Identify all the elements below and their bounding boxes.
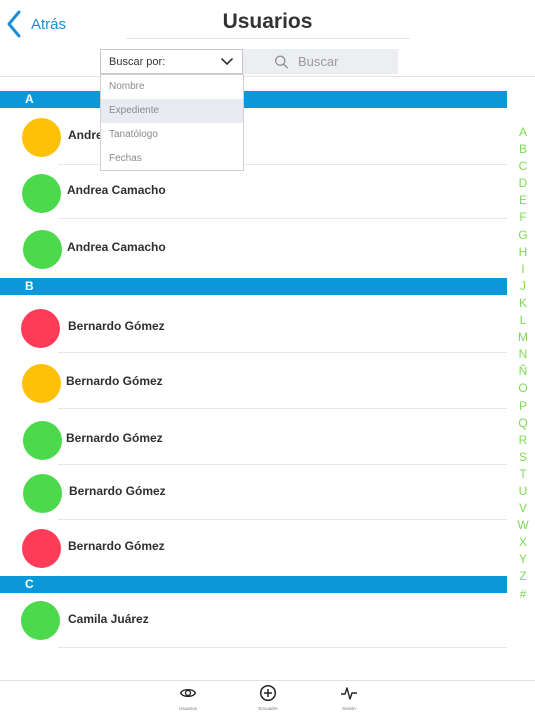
contact-row[interactable]: Bernardo Gómez — [0, 520, 507, 576]
dropdown-option[interactable]: Tanatólogo — [101, 123, 243, 147]
status-avatar — [23, 230, 62, 269]
alphabet-index-letter[interactable]: T — [514, 466, 532, 483]
search-by-dropdown: Nombre Expediente Tanatólogo Fechas — [100, 74, 244, 171]
contact-name: Bernardo Gómez — [68, 319, 165, 333]
search-icon — [275, 55, 288, 68]
contact-row[interactable]: Bernardo Gómez — [0, 409, 507, 465]
alphabet-index-letter[interactable]: U — [514, 483, 532, 500]
alphabet-index-letter[interactable]: W — [514, 517, 532, 534]
search-bar: Buscar por: — [0, 48, 535, 76]
contact-row[interactable]: Andrea Camacho — [0, 220, 507, 278]
alphabet-index-letter[interactable]: N — [514, 346, 532, 363]
contact-name: Bernardo Gómez — [69, 484, 166, 498]
tab-label: Encuadre — [258, 706, 278, 711]
row-divider — [58, 218, 507, 219]
contact-row[interactable]: Bernardo Gómez — [0, 465, 507, 520]
alphabet-index-letter[interactable]: O — [514, 380, 532, 397]
alphabet-index-letter[interactable]: M — [514, 329, 532, 346]
contact-row[interactable]: Bernardo Gómez — [0, 353, 507, 409]
status-avatar — [21, 601, 60, 640]
search-input[interactable] — [298, 54, 398, 69]
alphabet-index-letter[interactable]: A — [514, 124, 532, 141]
row-divider — [58, 647, 507, 648]
alphabet-index-letter[interactable]: J — [514, 278, 532, 295]
search-divider — [0, 76, 535, 77]
alphabet-index-letter[interactable]: F — [514, 209, 532, 226]
alphabet-index-letter[interactable]: Y — [514, 551, 532, 568]
alphabet-index-letter[interactable]: E — [514, 192, 532, 209]
alphabet-index-letter[interactable]: X — [514, 534, 532, 551]
alphabet-index-letter[interactable]: G — [514, 227, 532, 244]
status-avatar — [23, 474, 62, 513]
contact-name: Andrea Camacho — [67, 240, 166, 254]
tab-bar: Usuarios Encuadre Sesión — [0, 680, 535, 712]
status-avatar — [22, 174, 61, 213]
alphabet-index-letter[interactable]: B — [514, 141, 532, 158]
search-field[interactable] — [243, 49, 398, 74]
status-avatar — [21, 309, 60, 348]
contact-name: Bernardo Gómez — [66, 431, 163, 445]
chevron-down-icon — [221, 58, 233, 65]
contact-row[interactable]: Andrea Camacho — [0, 165, 507, 220]
contact-name: Bernardo Gómez — [68, 539, 165, 553]
alphabet-index-letter[interactable]: L — [514, 312, 532, 329]
contact-name: Camila Juárez — [68, 612, 149, 626]
contact-row[interactable]: Camila Juárez — [0, 595, 507, 648]
alphabet-index-letter[interactable]: Z — [514, 568, 532, 585]
status-avatar — [22, 118, 61, 157]
contact-name: Bernardo Gómez — [66, 374, 163, 388]
alphabet-index-letter[interactable]: S — [514, 449, 532, 466]
tab-label: Sesión — [342, 706, 356, 711]
search-by-select[interactable]: Buscar por: — [100, 49, 243, 74]
alphabet-index: A B C D E F G H I J K L M N Ñ O P Q R S T U V W X Y Z # — [514, 124, 532, 603]
alphabet-index-letter[interactable]: K — [514, 295, 532, 312]
plus-circle-icon — [259, 684, 277, 702]
alphabet-index-letter[interactable]: P — [514, 398, 532, 415]
alphabet-index-letter[interactable]: H — [514, 244, 532, 261]
alphabet-index-letter[interactable]: # — [514, 586, 532, 603]
dropdown-option[interactable]: Fechas — [101, 147, 243, 171]
alphabet-index-letter[interactable]: V — [514, 500, 532, 517]
tab-encuadre[interactable]: Encuadre — [248, 684, 288, 711]
navigation-header: Atrás Usuarios — [0, 0, 535, 44]
pulse-icon — [341, 687, 357, 700]
tab-label: Usuarios — [179, 706, 197, 711]
alphabet-index-letter[interactable]: C — [514, 158, 532, 175]
status-avatar — [23, 421, 62, 460]
alphabet-index-letter[interactable]: Q — [514, 415, 532, 432]
section-header-c: C — [0, 576, 507, 593]
section-header-b: B — [0, 278, 507, 295]
page-title: Usuarios — [222, 10, 313, 33]
status-avatar — [22, 529, 61, 568]
tab-usuarios[interactable]: Usuarios — [168, 684, 208, 711]
alphabet-index-letter[interactable]: R — [514, 432, 532, 449]
dropdown-option[interactable]: Expediente — [101, 99, 243, 123]
title-divider — [126, 38, 410, 39]
section-header-a: A — [0, 91, 507, 108]
eye-icon — [179, 688, 197, 698]
contact-row[interactable]: Bernardo Gómez — [0, 298, 507, 353]
alphabet-index-letter[interactable]: D — [514, 175, 532, 192]
tab-sesion[interactable]: Sesión — [329, 684, 369, 711]
dropdown-option[interactable]: Nombre — [101, 75, 243, 99]
search-by-label: Buscar por: — [109, 55, 166, 68]
contact-name: Andrea Camacho — [67, 183, 166, 197]
alphabet-index-letter[interactable]: I — [514, 261, 532, 278]
alphabet-index-letter[interactable]: Ñ — [514, 363, 532, 380]
contact-row[interactable]: Andrea Camacho — [0, 110, 507, 165]
status-avatar — [22, 364, 61, 403]
